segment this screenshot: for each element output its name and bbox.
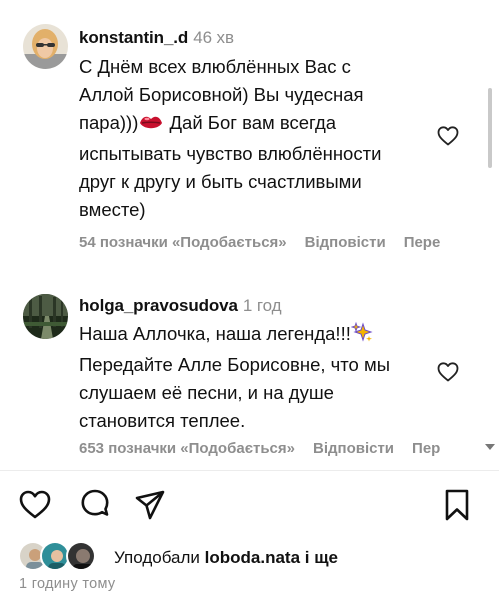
divider [0, 470, 499, 471]
comment-text: С Днём всех влюблённых Вас с Аллой Борис… [79, 53, 419, 224]
scrollbar[interactable] [488, 88, 492, 168]
heart-icon[interactable] [436, 124, 460, 148]
comment-time: 1 год [242, 296, 282, 315]
comment-meta: 54 позначки «Подобається» Відповісти Пере [79, 234, 458, 251]
scroll-down-arrow-icon[interactable] [484, 442, 496, 452]
comment-line: Аллой Борисовной) Вы чудесная [79, 84, 364, 105]
translate-link[interactable]: Пер [412, 440, 440, 457]
comment-text: Наша Аллочка, наша легенда!!! Передайте … [79, 320, 419, 435]
liked-by-text: Уподобали loboda.nata і ще [114, 548, 339, 567]
reply-link[interactable]: Відповісти [305, 234, 386, 251]
lips-emoji [138, 112, 164, 140]
comment-line: вместе) [79, 199, 146, 220]
comment-username[interactable]: holga_pravosudova 1 год [79, 296, 282, 316]
likes-count[interactable]: 54 позначки «Подобається» [79, 234, 287, 251]
liked-by-others[interactable]: і ще [300, 548, 338, 567]
share-icon[interactable] [133, 488, 167, 522]
avatar[interactable] [23, 294, 68, 339]
likes-count[interactable]: 653 позначки «Подобається» [79, 440, 295, 457]
comment-item: holga_pravosudova 1 год Наша Аллочка, наш… [0, 270, 488, 470]
heart-icon[interactable] [436, 360, 460, 384]
comment-icon[interactable] [78, 488, 112, 522]
comment-line: С Днём всех влюблённых Вас с [79, 56, 351, 77]
comment-line: пара))) Дай Бог вам всегда [79, 109, 419, 140]
avatar [66, 541, 96, 571]
comment-username[interactable]: konstantin_.d 46 хв [79, 28, 234, 48]
comment-line: слушаем её песни, и на душе [79, 382, 334, 403]
post-actions [0, 488, 499, 528]
sparkles-emoji [350, 321, 373, 351]
comment-line: испытывать чувство влюблённости [79, 143, 382, 164]
comment-line: Передайте Алле Борисовне, что мы [79, 354, 390, 375]
comment-time: 46 хв [193, 28, 234, 47]
heart-icon[interactable] [18, 488, 52, 522]
avatar[interactable] [23, 24, 68, 69]
comment-line: друг к другу и быть счастливыми [79, 171, 362, 192]
comment-item: konstantin_.d 46 хв С Днём всех влюблённы… [0, 0, 488, 270]
comment-line: становится теплее. [79, 410, 246, 431]
reply-link[interactable]: Відповісти [313, 440, 394, 457]
comment-meta: 653 позначки «Подобається» Відповісти Пер [79, 440, 458, 457]
liked-by-user[interactable]: loboda.nata [205, 548, 300, 567]
post-timestamp: 1 годину тому [19, 576, 116, 592]
bookmark-icon[interactable] [440, 488, 474, 522]
comment-line: Наша Аллочка, наша легенда!!! [79, 320, 419, 351]
translate-link[interactable]: Пере [404, 234, 441, 251]
comments-list[interactable]: konstantin_.d 46 хв С Днём всех влюблённы… [0, 0, 488, 470]
